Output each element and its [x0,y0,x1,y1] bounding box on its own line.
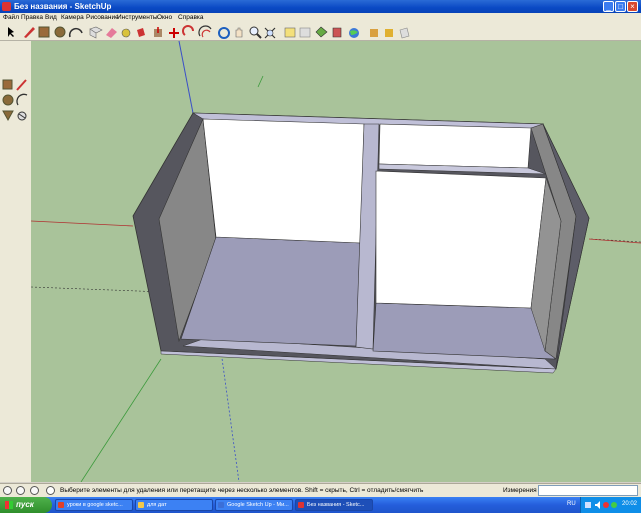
network-icon[interactable] [585,502,591,508]
help-icon[interactable] [30,486,39,495]
google-earth-icon[interactable] [349,28,359,38]
main-toolbar [0,23,641,41]
freehand-tool-icon[interactable] [17,111,27,121]
blue-axis [178,41,194,114]
menu-camera[interactable]: Камера [61,14,84,21]
menu-window[interactable]: Окно [157,14,172,21]
paint-bucket-icon[interactable] [137,28,145,37]
tray-app-icon[interactable] [611,502,617,508]
blue-axis-dotted [220,350,240,482]
next-view-icon[interactable] [299,27,311,38]
rectangle-icon[interactable] [38,26,50,38]
window-title: Без названия - SketchUp [14,2,112,11]
volume-icon[interactable] [595,501,600,509]
warehouse-icon[interactable] [399,27,410,39]
system-tray: 20:02 [580,497,641,513]
windows-taskbar: пуск уроки в google sketc... для дат Goo… [0,497,641,513]
maximize-button[interactable]: □ [615,1,626,12]
tape-measure-icon[interactable] [121,28,131,38]
rectangle-tool-icon[interactable] [2,79,13,90]
status-hint: Выберите элементы для удаления или перет… [60,487,424,494]
menu-edit[interactable]: Правка [21,14,43,21]
status-bar: Выберите элементы для удаления или перет… [0,483,641,498]
photo-textures-icon[interactable] [370,29,378,37]
menu-bar: Файл Правка Вид Камера Рисование Инструм… [0,13,641,23]
push-pull-icon[interactable] [154,27,162,37]
offset-icon[interactable] [198,25,212,38]
sketchup-app-icon [2,2,11,11]
arc-tool-icon[interactable] [16,93,28,106]
red-axis-right [588,238,641,244]
credits-icon[interactable] [16,486,25,495]
instructor-icon[interactable] [46,486,55,495]
menu-view[interactable]: Вид [45,14,57,21]
sketchup-icon [298,502,304,508]
get-models-icon[interactable] [315,26,328,38]
left-toolbar [0,41,32,482]
taskbar-item-active[interactable]: Без названия - Sketc... [295,499,373,511]
arc-icon[interactable] [68,27,83,38]
windows-flag-icon [5,501,13,509]
start-button[interactable]: пуск [0,497,52,513]
folder-icon [138,502,144,508]
eraser-icon[interactable] [106,28,117,38]
measurements-input[interactable] [538,485,638,496]
info-icon[interactable] [3,486,12,495]
taskbar-item[interactable]: Google Sketch Up - Ми... [215,499,293,511]
zoom-icon[interactable] [249,26,262,39]
move-icon[interactable] [169,28,179,38]
menu-file[interactable]: Файл [3,14,19,21]
circle-tool-icon[interactable] [2,94,14,106]
extension-icon[interactable] [385,29,393,37]
red-axis-left [31,220,134,227]
orbit-icon[interactable] [218,27,230,39]
title-bar: Без названия - SketchUp _ □ × [0,0,641,13]
measurements-label: Измерения [503,487,537,494]
close-button[interactable]: × [627,1,638,12]
modeling-viewport[interactable] [31,41,641,482]
language-indicator[interactable]: RU [567,501,576,507]
line-tool-icon[interactable] [16,79,27,91]
select-arrow-icon[interactable] [8,27,14,37]
antivirus-icon[interactable] [603,502,609,508]
menu-help[interactable]: Справка [178,14,204,21]
pencil-icon[interactable] [24,27,35,38]
circle-icon[interactable] [54,26,66,38]
polygon-tool-icon[interactable] [2,110,14,122]
zoom-extents-icon[interactable] [264,27,276,39]
previous-view-icon[interactable] [284,27,296,38]
make-component-icon[interactable] [89,26,103,39]
browser-icon [58,502,64,508]
pan-icon[interactable] [235,27,243,38]
ie-icon [218,502,224,508]
box-model[interactable] [132,112,590,374]
share-model-icon[interactable] [332,27,342,38]
taskbar-item[interactable]: для дат [135,499,213,511]
rotate-icon[interactable] [182,25,194,36]
clock[interactable]: 20:02 [622,501,637,507]
taskbar-item[interactable]: уроки в google sketc... [55,499,133,511]
minimize-button[interactable]: _ [603,1,614,12]
menu-draw[interactable]: Рисование [86,14,119,21]
menu-tools[interactable]: Инструменты [117,14,158,21]
